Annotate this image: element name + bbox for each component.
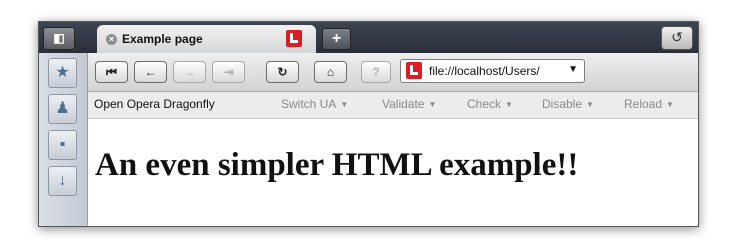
switch-ua-menu[interactable]: Switch UA ▼: [281, 97, 348, 111]
address-field[interactable]: file://localhost/Users/ ▼: [400, 59, 585, 83]
bookmarks-icon[interactable]: ★: [48, 58, 77, 88]
home-icon[interactable]: ⌂: [314, 61, 347, 83]
notes-icon[interactable]: ▪: [48, 130, 77, 160]
rewind-icon[interactable]: ⏮: [95, 61, 128, 83]
fast-forward-icon: ⇥: [212, 61, 245, 83]
page-heading: An even simpler HTML example!!: [95, 147, 579, 183]
check-label: Check: [467, 97, 502, 111]
tab-title: Example page: [122, 32, 203, 46]
address-text[interactable]: file://localhost/Users/: [429, 64, 557, 78]
downloads-icon[interactable]: ↓: [48, 166, 77, 196]
developer-toolbar: Open Opera Dragonfly Switch UA ▼ Validate…: [88, 92, 698, 119]
navigation-toolbar: ⏮ ← → ⇥ ↻ ⌂ ? file://localhost/Users/ ▼: [88, 53, 698, 92]
disable-menu[interactable]: Disable ▼: [542, 97, 594, 111]
switch-ua-label: Switch UA: [281, 97, 337, 111]
disable-label: Disable: [542, 97, 583, 111]
page-content: An even simpler HTML example!!: [88, 119, 698, 226]
tab-example-page[interactable]: × Example page: [97, 25, 316, 53]
back-icon[interactable]: ←: [134, 61, 167, 83]
chevron-down-icon: ▼: [505, 100, 513, 109]
open-dragonfly-button[interactable]: Open Opera Dragonfly: [94, 97, 215, 111]
forward-icon: →: [173, 61, 206, 83]
chevron-down-icon: ▼: [666, 100, 674, 109]
check-menu[interactable]: Check ▼: [467, 97, 513, 111]
closed-tabs-trash-icon[interactable]: ↺: [661, 26, 693, 50]
close-tab-icon[interactable]: ×: [106, 34, 117, 45]
new-tab-button[interactable]: +: [322, 28, 351, 50]
tab-bar: ◧ × Example page + ↺: [39, 22, 698, 53]
panel-sidebar: ★ ♟ ▪ ↓: [39, 53, 88, 226]
browser-window: ◧ × Example page + ↺ ★ ♟ ▪ ↓ ⏮ ← → ⇥ ↻ ⌂…: [38, 21, 699, 227]
page-type-icon: [406, 62, 422, 79]
security-icon: ?: [361, 61, 391, 83]
opera-logo-icon: [286, 30, 302, 47]
address-dropdown-icon[interactable]: ▼: [568, 64, 578, 75]
validate-menu[interactable]: Validate ▼: [382, 97, 436, 111]
panel-toggle-icon[interactable]: ◧: [43, 27, 75, 50]
reload-menu[interactable]: Reload ▼: [624, 97, 674, 111]
reload-icon[interactable]: ↻: [266, 61, 299, 83]
chevron-down-icon: ▼: [340, 100, 349, 109]
reload-label: Reload: [624, 97, 663, 111]
chevron-down-icon: ▼: [586, 100, 594, 109]
contacts-icon[interactable]: ♟: [48, 94, 77, 124]
validate-label: Validate: [382, 97, 425, 111]
chevron-down-icon: ▼: [428, 100, 437, 109]
